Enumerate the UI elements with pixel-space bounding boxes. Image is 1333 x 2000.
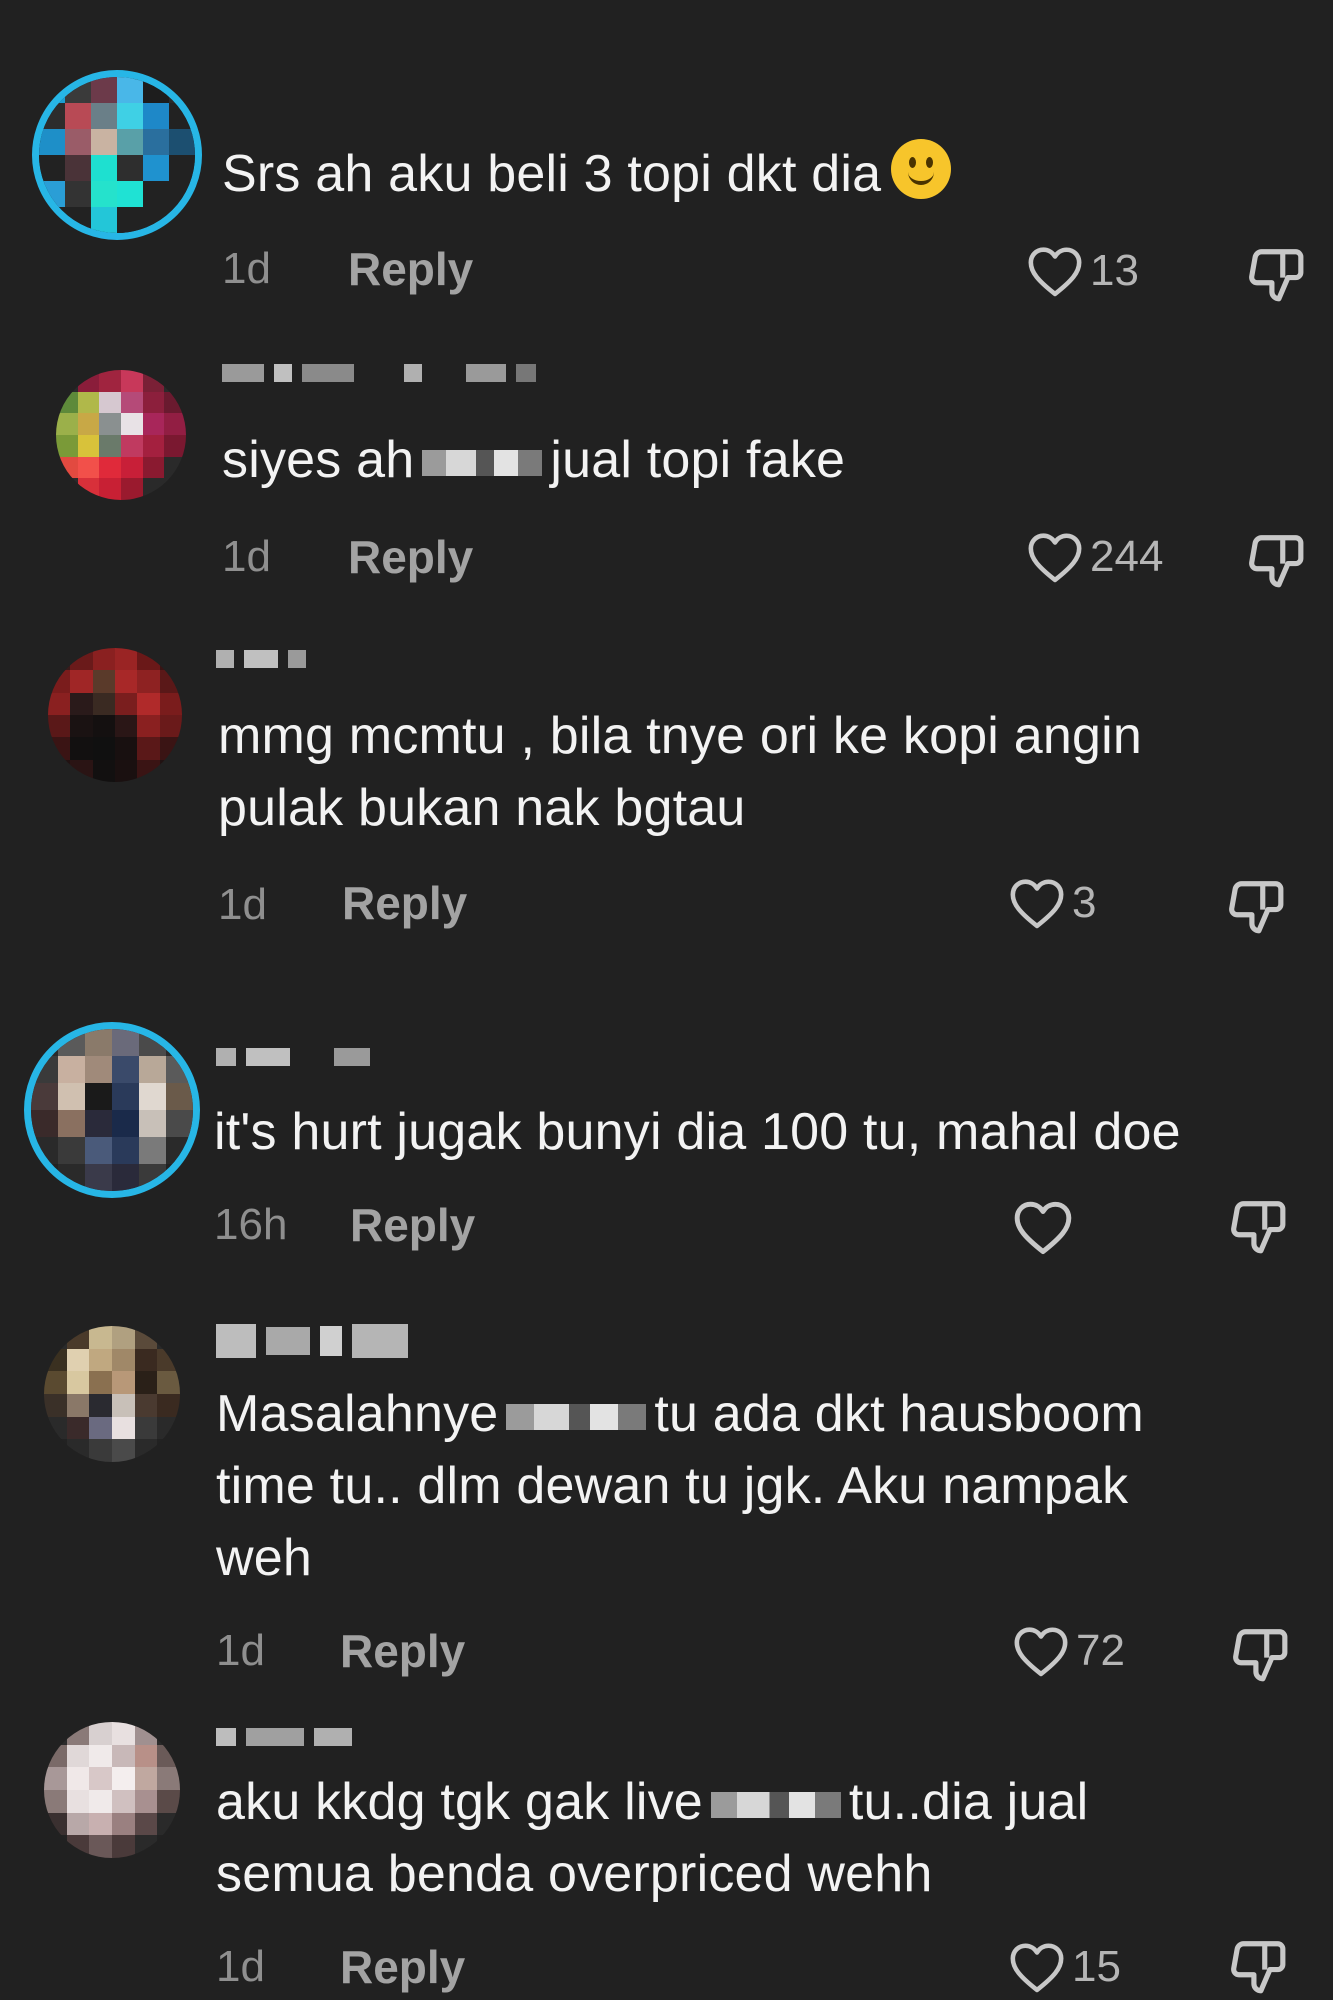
like-count: 13 <box>1090 246 1139 295</box>
comment-text: siyes ah jual topi fake <box>222 431 846 489</box>
comment-time: 1d <box>222 244 271 293</box>
thumbs-down-icon <box>1233 1629 1288 1682</box>
redacted-name <box>710 1792 841 1819</box>
heart-icon <box>1010 879 1064 929</box>
reply-button[interactable]: Reply <box>340 1624 465 1678</box>
comment-text: Srs ah aku beli 3 topi dkt dia <box>222 138 952 210</box>
username-redacted[interactable] <box>216 1324 408 1358</box>
username-redacted[interactable] <box>216 1046 370 1068</box>
like-button[interactable]: 15 <box>1008 1940 1121 1994</box>
comment-text: aku kkdg tgk gak live tu..dia jual semua b… <box>216 1773 1089 1903</box>
username-redacted[interactable] <box>222 362 536 384</box>
comment-time: 1d <box>216 1942 265 1991</box>
thumbs-down-icon <box>1249 249 1304 302</box>
avatar-image <box>44 1326 180 1462</box>
comment-time: 1d <box>222 532 271 581</box>
like-count: 244 <box>1090 532 1164 581</box>
heart-icon <box>1028 247 1082 297</box>
dislike-button[interactable] <box>1226 1936 1288 1998</box>
heart-icon <box>1014 1201 1072 1254</box>
thumbs-down-icon <box>1229 881 1284 934</box>
like-button[interactable] <box>1012 1198 1080 1256</box>
avatar[interactable] <box>32 70 202 240</box>
like-button[interactable]: 72 <box>1012 1624 1125 1678</box>
dislike-button[interactable] <box>1226 1196 1288 1258</box>
heart-icon <box>1014 1627 1068 1677</box>
avatar[interactable] <box>24 1022 200 1198</box>
dislike-button[interactable] <box>1228 1624 1290 1686</box>
username-redacted[interactable] <box>216 648 306 670</box>
heart-icon <box>1028 533 1082 583</box>
avatar-image <box>48 648 182 782</box>
like-button[interactable]: 13 <box>1026 244 1139 298</box>
avatar-image <box>44 1722 180 1858</box>
reply-button[interactable]: Reply <box>340 1940 465 1994</box>
reply-button[interactable]: Reply <box>342 876 467 930</box>
comment-time: 16h <box>214 1200 288 1249</box>
avatar[interactable] <box>56 370 186 500</box>
comment-text: mmg mcmtu , bila tnye ori ke kopi angin … <box>218 707 1142 837</box>
comment-time: 1d <box>216 1626 265 1675</box>
dislike-button[interactable] <box>1224 876 1286 938</box>
like-count: 3 <box>1072 878 1097 927</box>
reply-button[interactable]: Reply <box>348 530 473 584</box>
comment-time: 1d <box>218 880 267 929</box>
avatar[interactable] <box>44 1722 180 1858</box>
like-count: 72 <box>1076 1626 1125 1675</box>
avatar-image <box>31 1029 193 1191</box>
dislike-button[interactable] <box>1244 530 1306 592</box>
reply-button[interactable]: Reply <box>348 242 473 296</box>
comment-text: Masalahnye tu ada dkt hausboom time tu.. d… <box>216 1385 1144 1587</box>
heart-icon <box>1010 1943 1064 1993</box>
like-button[interactable]: 3 <box>1008 876 1096 930</box>
thumbs-down-icon <box>1231 1201 1286 1254</box>
dislike-button[interactable] <box>1244 244 1306 306</box>
thumbs-down-icon <box>1231 1941 1286 1994</box>
redacted-name <box>422 450 543 477</box>
smiley-emoji-icon <box>891 139 952 199</box>
avatar[interactable] <box>48 648 182 782</box>
avatar-image <box>56 370 186 500</box>
redacted-name <box>506 1404 647 1431</box>
thumbs-down-icon <box>1249 535 1304 588</box>
like-count: 15 <box>1072 1942 1121 1991</box>
avatar[interactable] <box>44 1326 180 1462</box>
comment-text: it's hurt jugak bunyi dia 100 tu, mahal … <box>214 1103 1181 1161</box>
like-button[interactable]: 244 <box>1026 530 1163 584</box>
reply-button[interactable]: Reply <box>350 1198 475 1252</box>
username-redacted[interactable] <box>216 1726 352 1748</box>
avatar-image <box>39 77 195 233</box>
